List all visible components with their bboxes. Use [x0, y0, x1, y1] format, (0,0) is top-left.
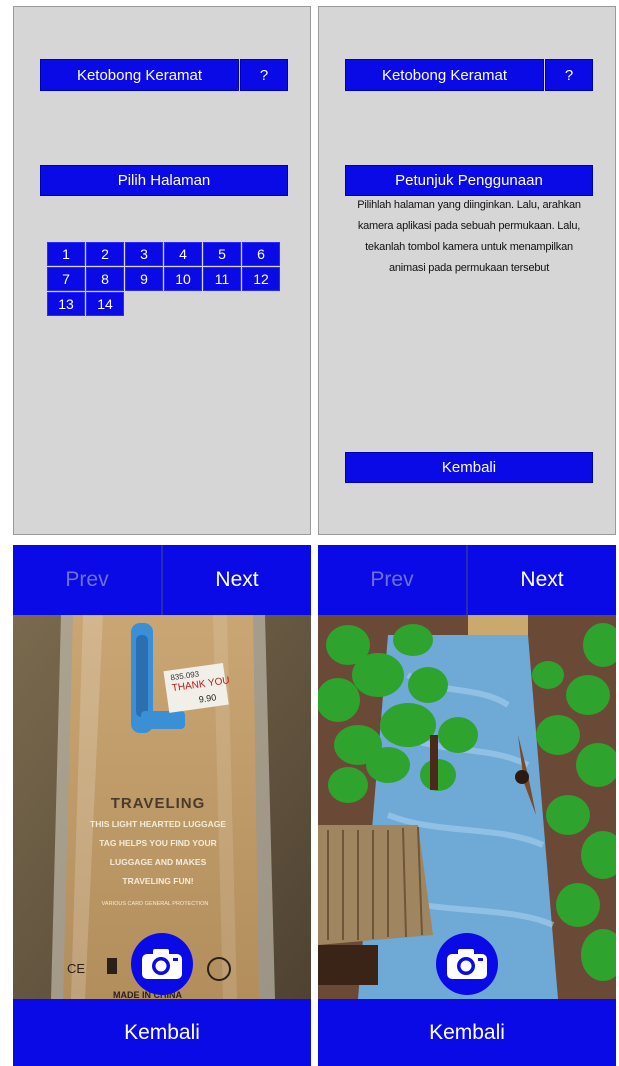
page-button-11[interactable]: 11	[203, 267, 241, 291]
page-button-13[interactable]: 13	[47, 292, 85, 316]
svg-text:THIS LIGHT HEARTED LUGGAGE: THIS LIGHT HEARTED LUGGAGE	[90, 819, 226, 829]
back-button[interactable]: Kembali	[13, 999, 311, 1066]
next-button[interactable]: Next	[468, 545, 616, 615]
camera-icon	[142, 949, 182, 979]
svg-text:CE: CE	[67, 961, 85, 976]
title-button[interactable]: Ketobong Keramat	[345, 59, 544, 91]
help-button[interactable]: ?	[545, 59, 593, 91]
instructions-text: Pilihlah halaman yang diinginkan. Lalu, …	[357, 199, 581, 274]
help-button[interactable]: ?	[240, 59, 288, 91]
back-button[interactable]: Kembali	[345, 452, 593, 483]
camera-screen-tag: Prev Next 835.093 THANK YOU 9.90 TRAVELI…	[13, 541, 311, 1066]
capture-button[interactable]	[131, 933, 193, 995]
tag-title: TRAVELING	[111, 795, 206, 812]
page-select-screen: Ketobong Keramat ? Pilih Halaman 1 2 3 4…	[13, 6, 311, 535]
instructions-header: Petunjuk Penggunaan	[345, 165, 593, 196]
camera-screen-ar: Prev Next Kembali	[318, 541, 616, 1066]
title-button[interactable]: Ketobong Keramat	[40, 59, 239, 91]
help-screen: Ketobong Keramat ? Petunjuk Penggunaan P…	[318, 6, 616, 535]
svg-text:TRAVELING FUN!: TRAVELING FUN!	[122, 876, 193, 886]
svg-text:LUGGAGE AND MAKES: LUGGAGE AND MAKES	[110, 857, 207, 867]
capture-button[interactable]	[436, 933, 498, 995]
svg-text:VARIOUS CARD GENERAL PROTECTIO: VARIOUS CARD GENERAL PROTECTION	[102, 901, 209, 907]
nav-bar: Prev Next	[318, 545, 616, 615]
page-button-8[interactable]: 8	[86, 267, 124, 291]
page-button-5[interactable]: 5	[203, 242, 241, 266]
page-button-2[interactable]: 2	[86, 242, 124, 266]
svg-text:TAG HELPS YOU FIND YOUR: TAG HELPS YOU FIND YOUR	[99, 838, 217, 848]
page-button-12[interactable]: 12	[242, 267, 280, 291]
page-button-7[interactable]: 7	[47, 267, 85, 291]
page-button-4[interactable]: 4	[164, 242, 202, 266]
choose-page-header: Pilih Halaman	[40, 165, 288, 196]
prev-button[interactable]: Prev	[13, 545, 161, 615]
page-button-10[interactable]: 10	[164, 267, 202, 291]
page-button-1[interactable]: 1	[47, 242, 85, 266]
page-button-6[interactable]: 6	[242, 242, 280, 266]
price-sticker: 835.093 THANK YOU 9.90	[163, 662, 230, 713]
prev-button[interactable]: Prev	[318, 545, 466, 615]
nav-bar: Prev Next	[13, 545, 311, 615]
next-button[interactable]: Next	[163, 545, 311, 615]
page-button-9[interactable]: 9	[125, 267, 163, 291]
back-button[interactable]: Kembali	[318, 999, 616, 1066]
camera-icon	[447, 949, 487, 979]
page-button-3[interactable]: 3	[125, 242, 163, 266]
page-button-14[interactable]: 14	[86, 292, 124, 316]
